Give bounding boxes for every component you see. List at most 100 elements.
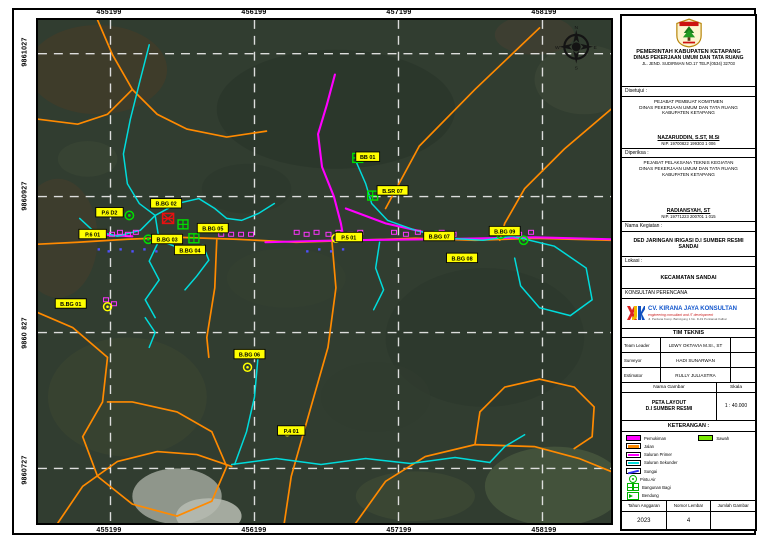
map-element [106,305,109,308]
coord-x-label: 455199 [96,527,121,534]
map-element: B.BG 06 [239,353,260,359]
blue-mark [155,250,157,252]
map-feature-label: BB 01 [356,152,380,161]
pemukiman-mark [249,232,254,236]
map-feature-label: B.SR 07 [377,186,408,195]
approved-signature-box: PEJABAT PEMBUAT KOMITMEN DINAS PEKERJAAN… [622,97,755,148]
legend-item: Jalan [626,443,698,450]
map-element [128,214,131,217]
map-feature-label: B.BG 04 [174,245,205,254]
legend-item: Sungai [626,467,698,474]
legend-item: Saluran Primer [626,451,698,458]
legend-item: Bendung [626,492,698,499]
footer-col-jumlah: Jumlah Gambar [711,501,755,511]
map-element: P.4 01 [284,429,299,435]
consultant-logo [625,304,645,322]
approved-label: Disetujui : [622,87,755,97]
map-element [147,238,150,241]
team-role: Estimator [622,368,661,382]
checked-label: Diperiksa : [622,149,755,159]
map-element: B.BG 08 [451,256,472,262]
approved-line3: KABUPATEN KETAPANG [662,110,715,116]
legend-item-label: Bendung [642,493,659,498]
blue-mark [143,248,145,250]
pemukiman-mark [229,232,234,236]
blue-mark [330,250,332,252]
pemukiman-mark [304,232,309,236]
drawing-name: PETA LAYOUT D.I SUMBER RESMI [622,393,717,420]
map-secondary-line [374,242,384,309]
blue-mark [306,250,308,252]
legend-item: Sawah [698,435,753,442]
map-feature-label: B.BG 08 [447,253,478,262]
location-name: KECAMATAN SANDAI [622,267,755,289]
pemukiman-mark [294,230,299,234]
map-element: B.BG 07 [429,234,450,240]
team-name: HADI SUNARWAN [661,353,731,367]
saluran-sekunder-swatch-icon [626,460,641,466]
footer-val-nomor: 4 [667,512,712,529]
footer-header-row: Tahun Anggaran Nomor Lembar Jumlah Gamba… [622,501,755,512]
team-signature-cell [731,368,755,382]
legend-item: Pemukiman [626,435,698,442]
bendung-swatch-icon [627,492,639,500]
approved-nip: NIP. 19700822 199303 1 006 [661,141,715,146]
marker-kuning-icon [244,363,252,371]
checked-line3: KABUPATEN KETAPANG [662,172,715,178]
map-element: P.6 01 [85,232,100,238]
coord-x-label: 457199 [386,9,411,16]
footer-value-row: 2023 4 [622,512,755,529]
bangunan-hijau-icon [189,234,199,243]
coord-y-label: 9860727 [22,455,29,484]
blue-mark [318,248,320,250]
footer-val-tahun: 2023 [622,512,667,529]
map-feature-label: P.5 01 [335,232,362,241]
coord-y-label: 9860 827 [22,317,29,349]
pemukiman-mark [111,302,116,306]
footer-col-tahun: Tahun Anggaran [622,501,667,511]
map-secondary-line [232,458,490,465]
pemukiman-mark [403,232,408,236]
legend-item-label: Pintu Air [640,477,656,482]
map-element: B.BG 09 [494,230,515,236]
coord-x-label: 458199 [531,9,556,16]
team-role: Surveyor [622,353,661,367]
map-element [246,366,249,369]
sungai-swatch-icon [626,468,641,474]
bangunan-hijau-icon [178,220,188,229]
legend-item-label: Sawah [716,436,729,441]
legend: Pemukiman Jalan Saluran Primer Saluran S… [622,432,755,502]
svg-text:N: N [574,25,578,31]
pemukiman-swatch-icon [626,435,641,441]
blue-mark [119,248,121,250]
bangunan-red-icon [163,213,174,223]
team-role: Team Leader [622,338,661,352]
legend-item: Bangunan Bagi [626,484,698,491]
legend-item: Pintu Air [626,476,698,483]
pemukiman-mark [104,298,109,302]
drawing-scale-header: Skala [717,383,755,392]
drawing-name-line2: D.I SUMBER RESMI [646,406,693,412]
map-element: B.BG 04 [179,248,200,254]
ketapang-crest-logo [676,18,702,48]
saluran-primer-swatch-icon [626,452,641,458]
map-sheet: { "map": { "x_labels": ["455199", "45619… [0,0,768,543]
map-feature-label: B.BG 05 [197,223,228,232]
pemukiman-mark [529,230,534,234]
legend-label: KETERANGAN : [622,421,755,432]
team-row: Estimator RULLY JULIASTRA [622,368,755,383]
pintu-air-swatch-icon [629,475,637,483]
map-secondary-line [145,215,159,317]
map-element: BB 01 [360,155,375,161]
checked-nip: NIP. 19771223 200701 1 015 [661,214,715,219]
team-row: Team Leader LEWY OKTAVIA M.SI., ST [622,338,755,353]
map-element: B.BG 03 [157,237,178,243]
map-feature-label: P.4 01 [278,426,305,435]
map-feature-label: B.BG 01 [55,299,86,308]
coord-y-label: 9860927 [22,181,29,210]
consultant-address: Jl. Perdana Komp. Bali Agung 1 No. D-19 … [648,317,737,321]
coord-x-label: 457199 [386,527,411,534]
team-signature-cell [731,353,755,367]
pemukiman-mark [239,232,244,236]
team-name: LEWY OKTAVIA M.SI., ST [661,338,731,352]
